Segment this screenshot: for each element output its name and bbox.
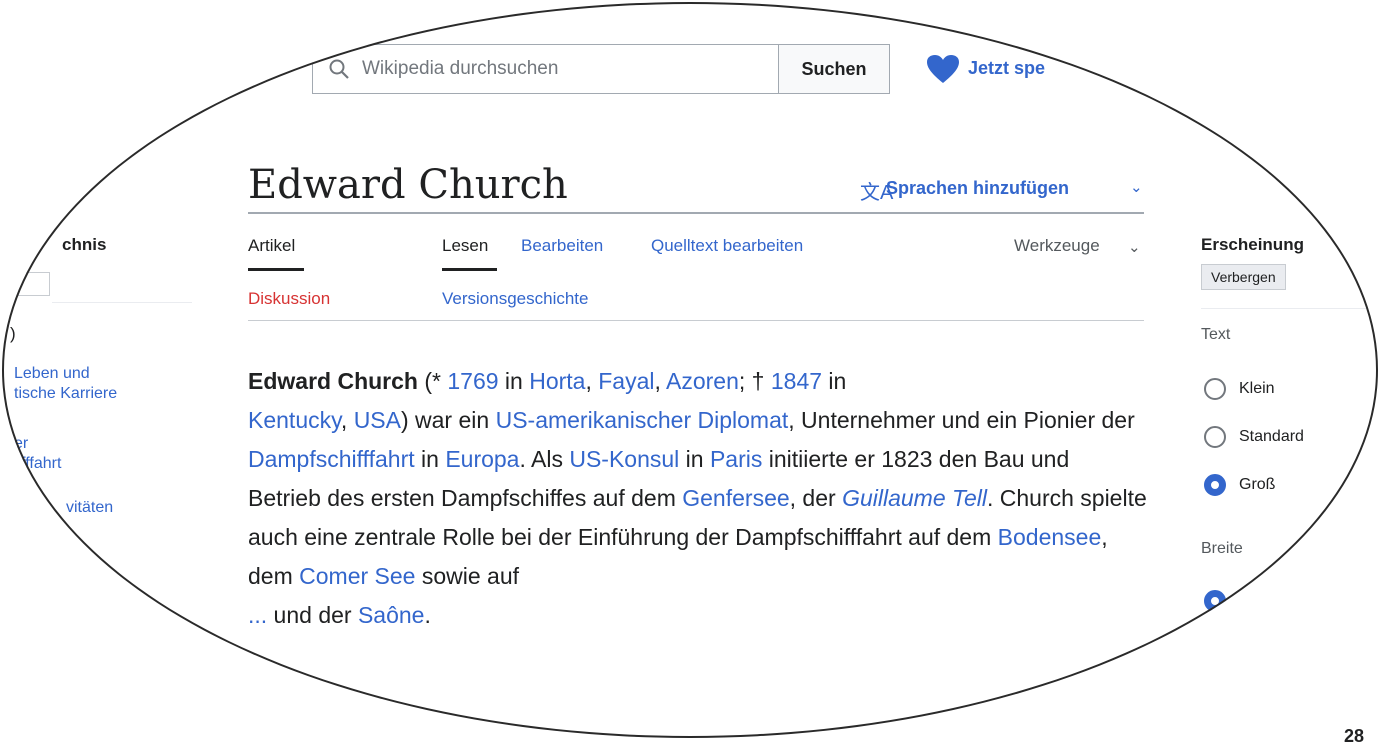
link-europe[interactable]: Europa — [445, 446, 519, 472]
link-usa[interactable]: USA — [354, 407, 401, 433]
radio-text-small[interactable] — [1204, 378, 1226, 400]
tabs-divider — [248, 320, 1144, 321]
search-icon — [329, 59, 349, 79]
toc-item-label: iifffahrt — [14, 455, 62, 472]
toc-item-label: vitäten — [66, 499, 114, 516]
heart-icon[interactable] — [926, 54, 960, 84]
link-azores[interactable]: Azoren — [666, 368, 739, 394]
link-partial[interactable]: ... — [248, 602, 267, 628]
radio-width-standard[interactable] — [1204, 590, 1226, 612]
link-ship[interactable]: Guillaume Tell — [842, 485, 987, 511]
tab-discussion[interactable]: Diskussion — [248, 289, 330, 309]
screenshot-viewport: Suchen Jetzt spe Edward Church 文A Sprach… — [2, 2, 1378, 738]
tab-history[interactable]: Versionsgeschichte — [442, 289, 588, 309]
article-lede: Edward Church (* 1769 in Horta, Fayal, A… — [248, 368, 1147, 628]
appearance-divider — [1201, 308, 1378, 309]
link-kentucky[interactable]: Kentucky — [248, 407, 341, 433]
toc-item-label: Leben und — [14, 365, 90, 382]
tab-read[interactable]: Lesen — [442, 236, 488, 256]
radio-label-width: S — [1239, 592, 1250, 609]
tab-article[interactable]: Artikel — [248, 236, 295, 256]
appearance-heading: Erscheinung — [1201, 235, 1304, 254]
search-input[interactable] — [352, 46, 772, 92]
radio-text-large[interactable] — [1204, 474, 1226, 496]
radio-label-large: Groß — [1239, 476, 1276, 493]
tab-article-underline — [248, 268, 304, 271]
toc-divider — [52, 302, 192, 303]
link-steam-navigation[interactable]: Dampfschifffahrt — [248, 446, 415, 472]
toc-item-steam[interactable]: er iifffahrt — [14, 434, 61, 474]
add-languages-button[interactable]: Sprachen hinzufügen — [886, 178, 1069, 199]
link-lake-geneva[interactable]: Genfersee — [682, 485, 789, 511]
link-paris[interactable]: Paris — [710, 446, 762, 472]
link-saone[interactable]: Saône — [358, 602, 425, 628]
article-subject: Edward Church — [248, 368, 418, 394]
link-lake-constance[interactable]: Bodensee — [998, 524, 1102, 550]
radio-label-small: Klein — [1239, 380, 1275, 397]
toc-item-label: tische Karriere — [14, 385, 118, 402]
link-consul[interactable]: US-Konsul — [569, 446, 679, 472]
toc-item-start[interactable]: ) — [10, 324, 16, 344]
width-label: Breite — [1201, 540, 1243, 557]
hide-appearance-button[interactable]: Verbergen — [1201, 264, 1286, 290]
chevron-down-icon[interactable]: ⌄ — [1128, 238, 1141, 256]
donate-link[interactable]: Jetzt spe — [968, 58, 1045, 79]
chevron-down-icon[interactable]: ⌄ — [1130, 178, 1143, 196]
tab-edit-source[interactable]: Quelltext bearbeiten — [651, 236, 803, 256]
link-birth-year[interactable]: 1769 — [447, 368, 498, 394]
link-fayal[interactable]: Fayal — [598, 368, 654, 394]
toc-item-life[interactable]: Leben und tische Karriere — [14, 364, 117, 404]
toc-item-activities[interactable]: vitäten — [66, 498, 113, 518]
text-size-label: Text — [1201, 326, 1231, 343]
link-death-year[interactable]: 1847 — [771, 368, 822, 394]
link-lake-como[interactable]: Comer See — [299, 563, 415, 589]
title-divider — [248, 212, 1144, 214]
link-horta[interactable]: Horta — [529, 368, 585, 394]
toc-heading: chnis — [62, 235, 107, 254]
search-button[interactable]: Suchen — [778, 44, 890, 94]
tools-menu[interactable]: Werkzeuge — [1014, 236, 1100, 256]
page-number: 28 — [1344, 726, 1365, 746]
toc-item-label: er — [14, 435, 29, 452]
radio-text-standard[interactable] — [1204, 426, 1226, 448]
tab-edit[interactable]: Bearbeiten — [521, 236, 603, 256]
link-diplomat[interactable]: US-amerikanischer Diplomat — [496, 407, 789, 433]
tab-read-underline — [442, 268, 497, 271]
toc-toggle-button[interactable] — [12, 272, 50, 296]
page-title: Edward Church — [248, 162, 568, 208]
radio-label-standard: Standard — [1239, 428, 1304, 445]
